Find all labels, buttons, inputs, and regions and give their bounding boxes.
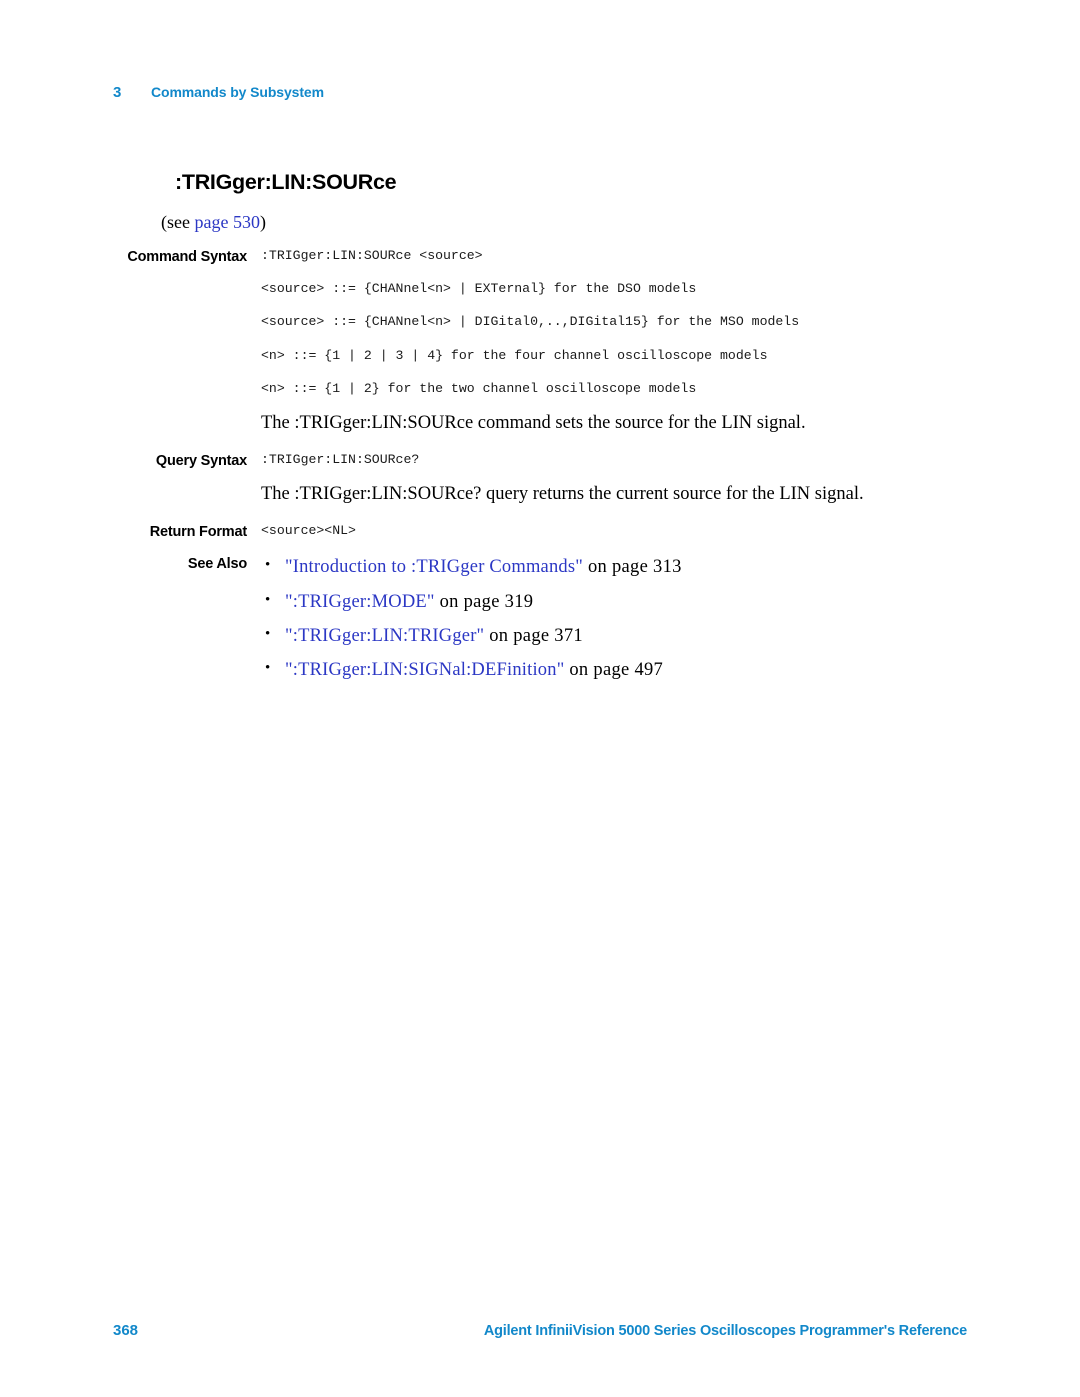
list-item[interactable]: • ":TRIGger:LIN:TRIGger" on page 371	[261, 625, 948, 647]
command-description-text: The :TRIGger:LIN:SOURce command sets the…	[261, 413, 806, 434]
query-syntax-label: Query Syntax	[155, 452, 247, 469]
syntax-line: <source><NL>	[261, 523, 356, 539]
page-footer: 368 Agilent InfiniiVision 5000 Series Os…	[113, 1322, 967, 1339]
syntax-line: <source> ::= {CHANnel<n> | DIGital0,..,D…	[261, 314, 800, 330]
query-syntax-block: :TRIGger:LIN:SOURce?	[261, 451, 948, 467]
footer-document-title: Agilent InfiniiVision 5000 Series Oscill…	[483, 1323, 967, 1339]
footer-page-number: 368	[113, 1322, 139, 1339]
see-also-link[interactable]: ":TRIGger:LIN:SIGNal:DEFinition"	[285, 660, 564, 680]
command-syntax-block: :TRIGger:LIN:SOURce <source> <source> ::…	[261, 249, 948, 395]
content-area: (see page 530) Command Syntax :TRIGger:L…	[113, 212, 948, 681]
query-syntax-row: Query Syntax :TRIGger:LIN:SOURce?	[113, 451, 948, 469]
see-also-row: See Also • "Introduction to :TRIGger Comm…	[113, 556, 948, 681]
list-item[interactable]: • ":TRIGger:LIN:SIGNal:DEFinition" on pag…	[261, 659, 948, 681]
see-also-block: • "Introduction to :TRIGger Commands" on …	[261, 556, 948, 681]
return-format-label: Return Format	[149, 524, 247, 541]
page-title: :TRIGger:LIN:SOURce	[175, 170, 397, 194]
syntax-line: <n> ::= {1 | 2 | 3 | 4} for the four cha…	[261, 347, 768, 363]
command-syntax-label: Command Syntax	[127, 249, 247, 265]
list-item[interactable]: • ":TRIGger:MODE" on page 319	[261, 591, 948, 613]
return-format-row: Return Format <source><NL>	[113, 524, 948, 540]
see-also-list: • "Introduction to :TRIGger Commands" on …	[261, 556, 948, 681]
chapter-number: 3	[113, 84, 122, 101]
list-item[interactable]: • "Introduction to :TRIGger Commands" on …	[261, 556, 948, 578]
bullet-icon: •	[265, 557, 271, 574]
chapter-title: Commands by Subsystem	[151, 84, 324, 100]
see-page-reference: (see page 530)	[113, 212, 948, 233]
see-also-link[interactable]: ":TRIGger:MODE"	[285, 592, 435, 612]
syntax-line: :TRIGger:LIN:SOURce <source>	[261, 248, 483, 263]
see-page-link[interactable]: page 530	[194, 212, 259, 232]
syntax-line: <n> ::= {1 | 2} for the two channel osci…	[261, 380, 697, 396]
query-description-text: The :TRIGger:LIN:SOURce? query returns t…	[261, 483, 864, 504]
query-description-block: The :TRIGger:LIN:SOURce? query returns t…	[261, 483, 948, 507]
syntax-line: <source> ::= {CHANnel<n> | EXTernal} for…	[261, 281, 697, 297]
see-also-link[interactable]: "Introduction to :TRIGger Commands"	[285, 557, 583, 577]
bullet-icon: •	[265, 625, 271, 642]
see-suffix-text: )	[259, 212, 266, 232]
document-page: 3 Commands by Subsystem :TRIGger:LIN:SOU…	[0, 0, 1080, 1397]
command-syntax-row: Command Syntax :TRIGger:LIN:SOURce <sour…	[113, 249, 948, 395]
command-description-row: The :TRIGger:LIN:SOURce command sets the…	[113, 412, 948, 436]
bullet-icon: •	[265, 591, 271, 608]
running-header: 3 Commands by Subsystem	[113, 84, 324, 101]
query-description-row: The :TRIGger:LIN:SOURce? query returns t…	[113, 483, 948, 507]
see-also-page-text: on page 371	[484, 625, 583, 646]
bullet-icon: •	[265, 659, 271, 676]
see-also-page-text: on page 319	[434, 591, 534, 612]
see-prefix-text: (see	[161, 212, 195, 232]
see-also-label: See Also	[187, 556, 247, 573]
see-also-link[interactable]: ":TRIGger:LIN:TRIGger"	[285, 626, 484, 646]
command-description-block: The :TRIGger:LIN:SOURce command sets the…	[261, 412, 948, 436]
syntax-line: :TRIGger:LIN:SOURce?	[261, 451, 420, 467]
return-format-block: <source><NL>	[261, 524, 948, 537]
see-also-page-text: on page 313	[583, 557, 682, 578]
see-also-page-text: on page 497	[564, 659, 664, 680]
